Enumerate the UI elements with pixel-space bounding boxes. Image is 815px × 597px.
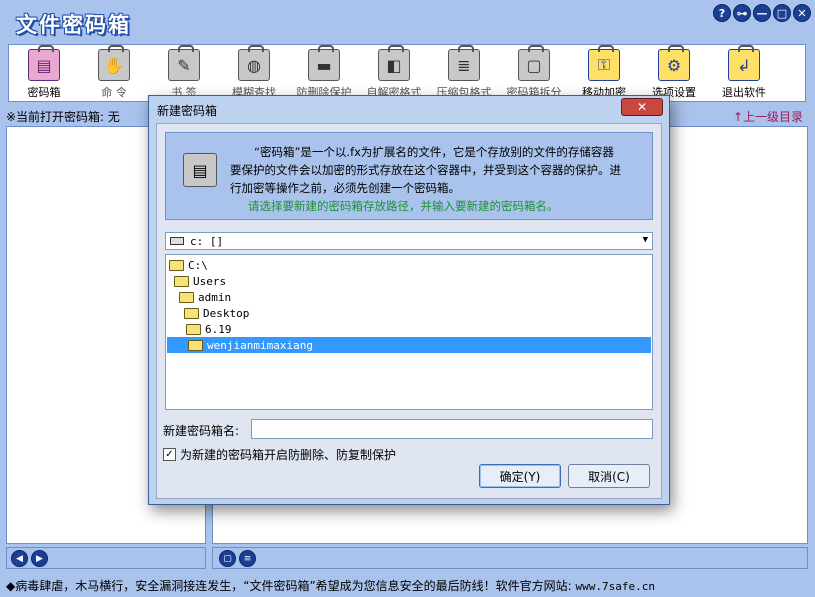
footer-text: ◆病毒肆虐，木马横行，安全漏洞接连发生，“文件密码箱”希望成为您信息安全的最后防…	[6, 579, 576, 593]
drive-select[interactable]: c: [] ▼	[165, 232, 653, 250]
toolbar-command-button[interactable]: ✋ 命 令	[79, 45, 149, 100]
toolbar: ▤ 密码箱 ✋ 命 令 ✎ 书 签 ◍ 模糊查找 ▬ 防删除保护 ◧ 自解密格式…	[8, 44, 806, 102]
search-icon: ◍	[238, 45, 270, 81]
toolbar-bookmark-button[interactable]: ✎ 书 签	[149, 45, 219, 100]
bookmark-icon: ✎	[168, 45, 200, 81]
folder-open-icon	[188, 339, 203, 351]
protect-checkbox[interactable]: ✓	[163, 448, 176, 461]
right-nav-bar: ▢ ≡	[212, 547, 808, 569]
protect-option[interactable]: ✓ 为新建的密码箱开启防删除、防复制保护	[163, 446, 396, 463]
left-nav-bar: ◀ ▶	[6, 547, 206, 569]
back-icon[interactable]: ◀	[11, 550, 28, 567]
toolbar-exit-button[interactable]: ↲ 退出软件	[709, 45, 779, 100]
tree-node-label: Desktop	[203, 306, 250, 320]
drive-icon	[170, 237, 184, 245]
chevron-down-icon[interactable]: ▼	[643, 235, 648, 245]
close-button[interactable]: ✕	[793, 4, 811, 22]
folder-open-icon	[174, 275, 189, 287]
drive-value: c: []	[190, 234, 224, 248]
lockbox-name-input[interactable]	[251, 419, 653, 439]
toolbar-self-decrypt-button[interactable]: ◧ 自解密格式	[359, 45, 429, 100]
tree-node[interactable]: 6.19	[186, 321, 232, 337]
ok-button[interactable]: 确定(Y)	[479, 464, 561, 488]
current-lockbox-status: ※当前打开密码箱: 无	[6, 110, 120, 124]
settings-icon: ⚙	[658, 45, 690, 81]
dialog-title: 新建密码箱	[157, 104, 218, 118]
lockbox-name-label: 新建密码箱名:	[163, 424, 240, 438]
tree-node[interactable]: C:\	[169, 257, 208, 273]
info-line: 要保护的文件会以加密的形式存放在这个容器中，并受到这个容器的保护。进	[230, 163, 621, 177]
help-button[interactable]: ?	[713, 4, 731, 22]
app-title: 文件密码箱	[16, 13, 131, 37]
toolbar-archive-button[interactable]: ≣ 压缩包格式	[429, 45, 499, 100]
lock-box-icon: ▤	[183, 153, 217, 187]
tree-node-label: Users	[193, 274, 227, 288]
command-icon: ✋	[98, 45, 130, 81]
toolbar-lockbox-button[interactable]: ▤ 密码箱	[9, 45, 79, 100]
dialog-title-bar: 新建密码箱 ✕	[149, 96, 669, 122]
toolbar-label: 密码箱	[27, 86, 61, 99]
mobile-encrypt-icon: ⚿	[588, 45, 620, 81]
title-bar: 文件密码箱 ? ⊶ — □ ✕	[0, 0, 815, 42]
folder-open-icon	[169, 259, 184, 271]
dialog-close-button[interactable]: ✕	[621, 98, 663, 116]
info-box: ▤ “密码箱”是一个以.fx为扩展名的文件，它是个存放别的文件的存储容器 要保护…	[165, 132, 653, 220]
tree-node-label: wenjianmimaxiang	[207, 338, 313, 352]
maximize-button[interactable]: □	[773, 4, 791, 22]
view-details-icon[interactable]: ≡	[239, 550, 256, 567]
folder-open-icon	[186, 323, 201, 335]
info-instruction: 请选择要新建的密码箱存放路径，并输入要新建的密码箱名。	[248, 199, 559, 213]
toolbar-label: 退出软件	[722, 86, 766, 99]
tree-node-selected[interactable]: wenjianmimaxiang	[167, 337, 651, 353]
split-icon: ▢	[518, 45, 550, 81]
toolbar-mobile-encrypt-button[interactable]: ⚿ 移动加密	[569, 45, 639, 100]
toolbar-delete-protect-button[interactable]: ▬ 防删除保护	[289, 45, 359, 100]
folder-tree[interactable]: C:\ Users admin Desktop 6.19 wenjianmima…	[165, 254, 653, 410]
tree-node-label: 6.19	[205, 322, 232, 336]
info-line: “密码箱”是一个以.fx为扩展名的文件，它是个存放别的文件的存储容器	[254, 145, 614, 159]
minimize-button[interactable]: —	[753, 4, 771, 22]
window-controls: ? ⊶ — □ ✕	[713, 4, 811, 22]
shield-icon: ▬	[308, 45, 340, 81]
exit-icon: ↲	[728, 45, 760, 81]
tree-node[interactable]: Users	[174, 273, 226, 289]
toolbar-settings-button[interactable]: ⚙ 选项设置	[639, 45, 709, 100]
forward-icon[interactable]: ▶	[31, 550, 48, 567]
toolbar-split-button[interactable]: ▢ 密码箱拆分	[499, 45, 569, 100]
toolbar-label: 命 令	[101, 86, 127, 99]
new-lockbox-dialog: 新建密码箱 ✕ ▤ “密码箱”是一个以.fx为扩展名的文件，它是个存放别的文件的…	[148, 95, 670, 505]
tree-node[interactable]: Desktop	[184, 305, 249, 321]
dialog-body: ▤ “密码箱”是一个以.fx为扩展名的文件，它是个存放别的文件的存储容器 要保护…	[156, 123, 662, 499]
tree-node[interactable]: admin	[179, 289, 231, 305]
protect-checkbox-label: 为新建的密码箱开启防删除、防复制保护	[180, 448, 397, 462]
info-text: “密码箱”是一个以.fx为扩展名的文件，它是个存放别的文件的存储容器 要保护的文…	[230, 143, 644, 215]
tree-node-label: admin	[198, 290, 232, 304]
info-line: 行加密等操作之前，必须先创建一个密码箱。	[230, 181, 460, 195]
archive-icon: ≣	[448, 45, 480, 81]
key-button[interactable]: ⊶	[733, 4, 751, 22]
tree-node-label: C:\	[188, 258, 208, 272]
cancel-button[interactable]: 取消(C)	[568, 464, 650, 488]
up-level-link[interactable]: ↑上一级目录	[733, 108, 803, 125]
self-decrypt-icon: ◧	[378, 45, 410, 81]
footer-message: ◆病毒肆虐，木马横行，安全漏洞接连发生，“文件密码箱”希望成为您信息安全的最后防…	[6, 577, 655, 594]
lock-box-icon: ▤	[28, 45, 60, 81]
folder-open-icon	[179, 291, 194, 303]
toolbar-fuzzy-search-button[interactable]: ◍ 模糊查找	[219, 45, 289, 100]
footer-url[interactable]: www.7safe.cn	[576, 580, 655, 593]
folder-open-icon	[184, 307, 199, 319]
view-icons-icon[interactable]: ▢	[219, 550, 236, 567]
